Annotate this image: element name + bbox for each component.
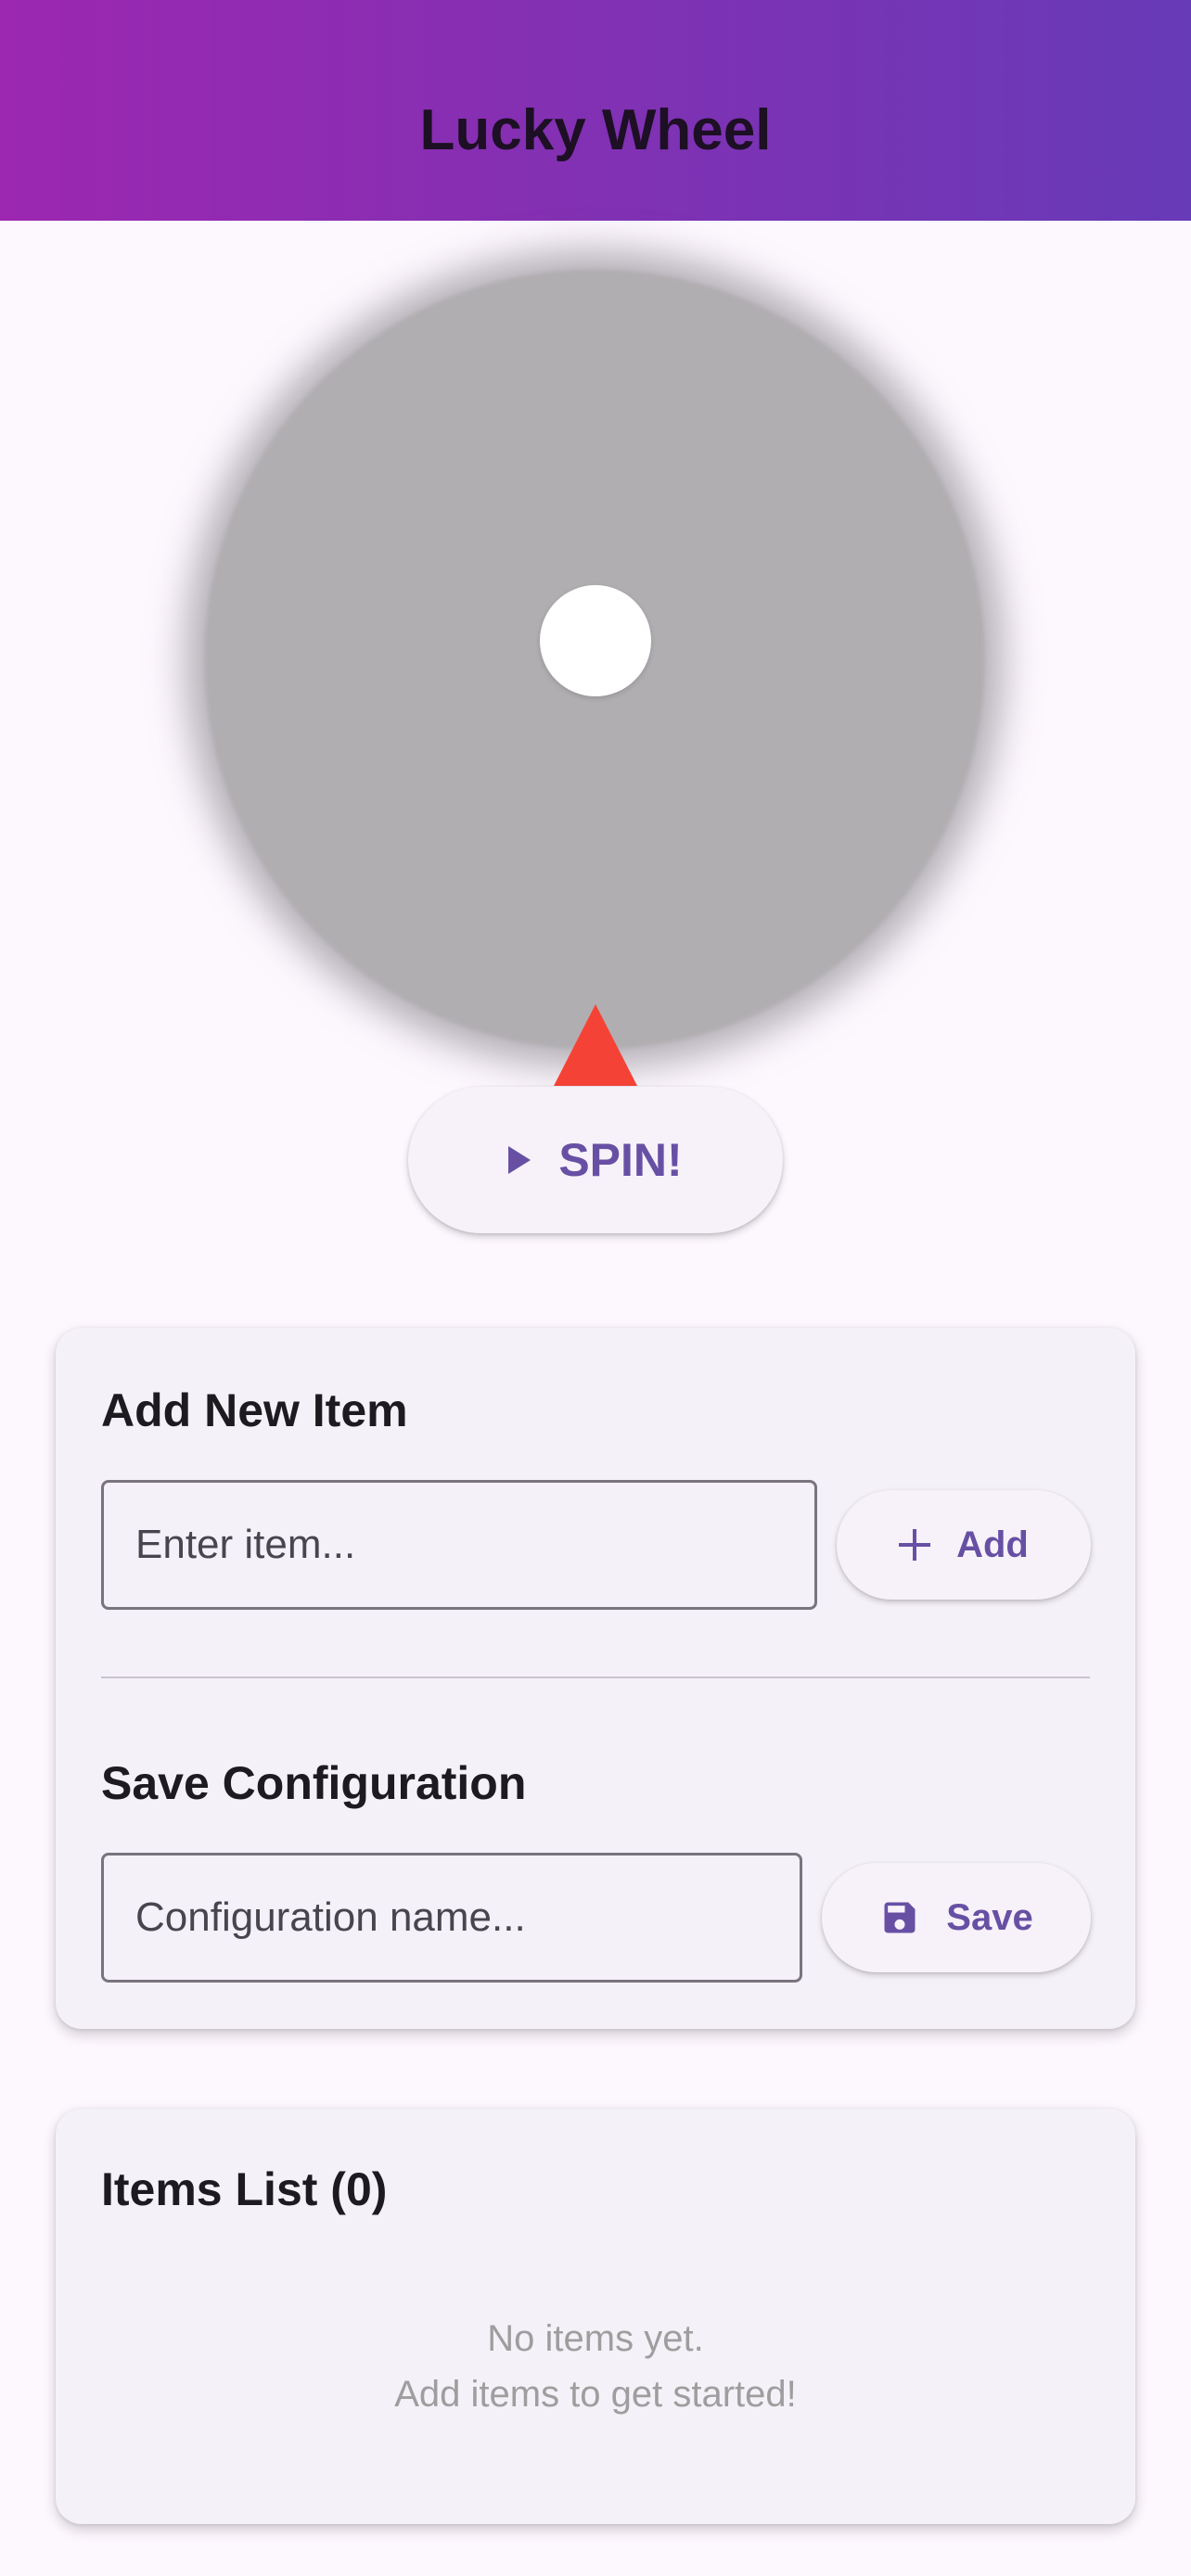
empty-state-line-2: Add items to get started! bbox=[394, 2374, 797, 2415]
save-button[interactable]: Save bbox=[822, 1863, 1091, 1972]
app-title: Lucky Wheel bbox=[419, 98, 772, 162]
configuration-name-input[interactable] bbox=[101, 1853, 802, 1983]
item-input[interactable] bbox=[101, 1480, 817, 1610]
spin-button-label: SPIN! bbox=[558, 1134, 683, 1186]
add-item-title: Add New Item bbox=[101, 1384, 408, 1436]
wheel-pointer-icon bbox=[554, 1004, 637, 1086]
plus-icon bbox=[899, 1529, 931, 1561]
divider bbox=[101, 1677, 1090, 1678]
add-button-label: Add bbox=[956, 1524, 1029, 1565]
add-button[interactable]: Add bbox=[837, 1490, 1091, 1600]
configuration-card: Add New Item Add Save Configuration Save bbox=[56, 1328, 1135, 2029]
wheel-hub bbox=[540, 585, 651, 696]
floppy-disk-icon bbox=[879, 1897, 920, 1938]
save-configuration-title: Save Configuration bbox=[101, 1757, 527, 1809]
items-list-title: Items List (0) bbox=[101, 2163, 388, 2215]
items-list-card: Items List (0) No items yet. Add items t… bbox=[56, 2109, 1135, 2524]
save-button-label: Save bbox=[946, 1896, 1033, 1938]
play-icon bbox=[508, 1146, 531, 1174]
empty-state-line-1: No items yet. bbox=[487, 2318, 704, 2359]
spin-button[interactable]: SPIN! bbox=[408, 1087, 783, 1233]
app-bar: Lucky Wheel bbox=[0, 0, 1191, 221]
